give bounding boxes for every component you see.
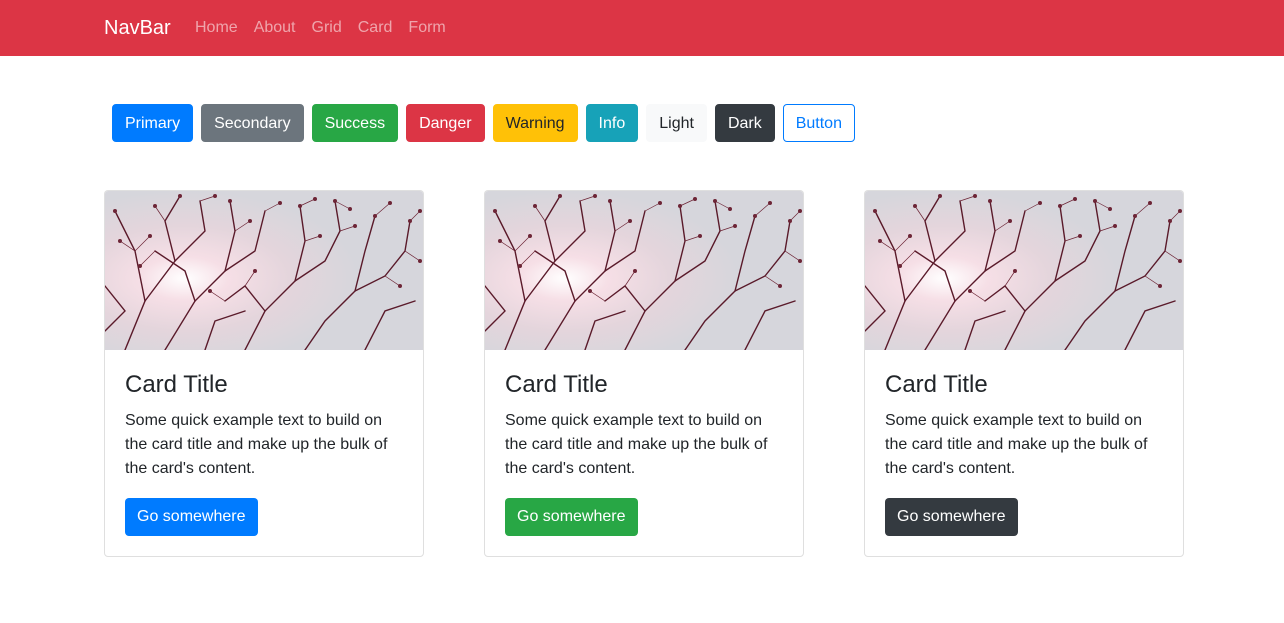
card: Card Title Some quick example text to bu…: [104, 190, 424, 557]
card-text: Some quick example text to build on the …: [505, 412, 768, 477]
nav-link-grid[interactable]: Grid: [312, 16, 342, 40]
nav-links: Home About Grid Card Form: [195, 16, 462, 40]
card-grid: Card Title Some quick example text to bu…: [104, 190, 1184, 557]
navbar: NavBar Home About Grid Card Form: [0, 0, 1284, 56]
button-row: Primary Secondary Success Danger Warning…: [112, 104, 863, 142]
card: Card Title Some quick example text to bu…: [484, 190, 804, 557]
card-body: Card Title Some quick example text to bu…: [865, 350, 1183, 556]
nav-link-card[interactable]: Card: [358, 16, 393, 40]
go-somewhere-button[interactable]: Go somewhere: [885, 498, 1018, 536]
success-button[interactable]: Success: [311, 104, 399, 142]
light-button[interactable]: Light: [646, 104, 707, 142]
card-title: Card Title: [125, 371, 228, 398]
nav-link-about[interactable]: About: [254, 16, 296, 40]
card-image: [485, 191, 803, 350]
primary-button[interactable]: Primary: [112, 104, 194, 142]
go-somewhere-button[interactable]: Go somewhere: [125, 498, 258, 536]
nav-link-home[interactable]: Home: [195, 16, 238, 40]
secondary-button[interactable]: Secondary: [201, 104, 304, 142]
card-title: Card Title: [885, 371, 988, 398]
danger-button[interactable]: Danger: [406, 104, 485, 142]
warning-button[interactable]: Warning: [492, 104, 578, 142]
navbar-brand[interactable]: NavBar: [104, 14, 171, 42]
card-body: Card Title Some quick example text to bu…: [105, 350, 423, 556]
card-text: Some quick example text to build on the …: [885, 412, 1148, 477]
nav-link-form[interactable]: Form: [408, 16, 445, 40]
go-somewhere-button[interactable]: Go somewhere: [505, 498, 638, 536]
card-image: [105, 191, 423, 350]
card-image: [865, 191, 1183, 350]
card-text: Some quick example text to build on the …: [125, 412, 388, 477]
card-title: Card Title: [505, 371, 608, 398]
info-button[interactable]: Info: [585, 104, 639, 142]
card: Card Title Some quick example text to bu…: [864, 190, 1184, 557]
dark-button[interactable]: Dark: [714, 104, 775, 142]
outline-button[interactable]: Button: [782, 104, 855, 142]
card-body: Card Title Some quick example text to bu…: [485, 350, 803, 556]
